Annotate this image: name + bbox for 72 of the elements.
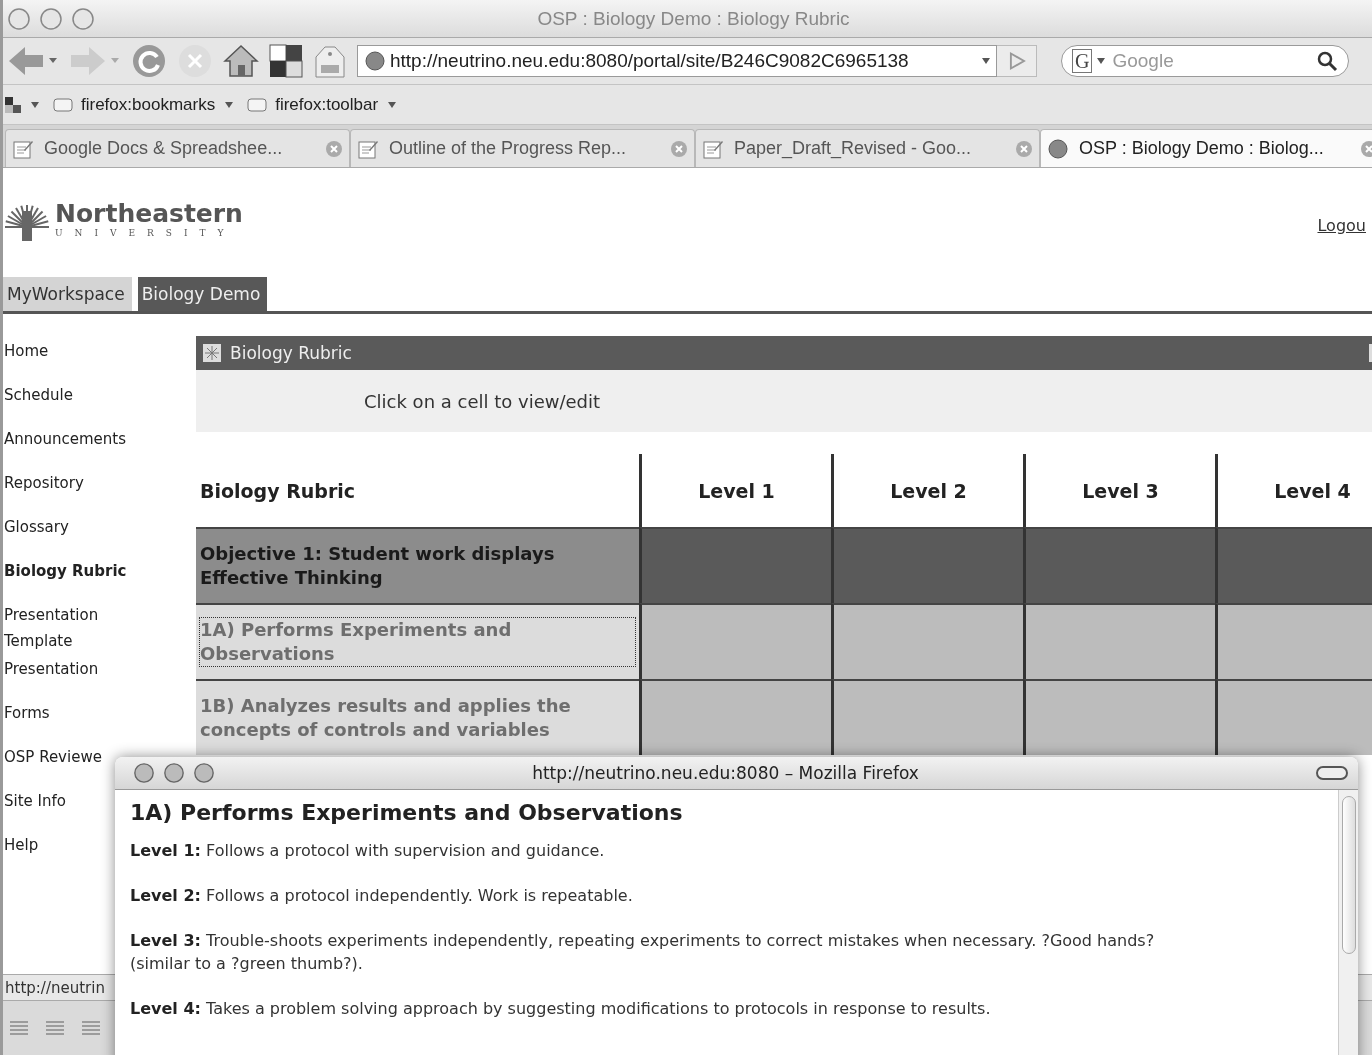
scrollbar[interactable] [1338, 790, 1358, 1055]
site-tab[interactable]: MyWorkspace [3, 277, 132, 311]
popup-heading: 1A) Performs Experiments and Observations [130, 800, 684, 825]
browser-tab[interactable]: Google Docs & Spreadshee... [5, 129, 350, 167]
level-description: Level 3: Trouble-shoots experiments independently, repeating experiments to correct mistakes when necessary. ?Good hands? (similar to a ?green thumb?). [130, 930, 1156, 975]
rubric-cell[interactable] [1023, 679, 1215, 755]
sidebar-link[interactable]: Presentation [4, 654, 154, 698]
instruction-text: Click on a cell to view/edit [196, 370, 1372, 432]
rubric-cell[interactable] [1023, 603, 1215, 679]
caret-icon[interactable] [225, 101, 234, 108]
site-tab[interactable]: Biology Demo [137, 277, 268, 311]
window-button[interactable] [71, 6, 95, 31]
globe-icon [364, 50, 386, 72]
column-header: Biology Rubric [199, 478, 357, 504]
rubric-cell[interactable] [639, 679, 831, 755]
grid-icon[interactable] [5, 94, 21, 115]
window-button[interactable] [163, 762, 185, 784]
sidebar-link[interactable]: Schedule [4, 380, 154, 424]
panel-title: Biology Rubric [230, 343, 352, 363]
rubric-cell[interactable] [1215, 679, 1372, 755]
bookmark-folder[interactable]: firefox:toolbar [247, 94, 379, 115]
level-description: Level 4: Takes a problem solving approach by suggesting modifications to protocols in response to results. [130, 998, 992, 1020]
bookmark-folder[interactable]: firefox:bookmarks [53, 94, 216, 115]
sidebar-link[interactable]: Glossary [4, 512, 154, 556]
globe-icon [1047, 137, 1069, 160]
folder-icon [247, 96, 268, 113]
rubric-cell[interactable] [831, 679, 1023, 755]
rubric-cell[interactable] [639, 527, 831, 603]
search-field[interactable]: G Google [1061, 45, 1349, 77]
browser-tab[interactable]: Outline of the Progress Rep... [350, 129, 695, 167]
window-button[interactable] [39, 6, 63, 31]
browser-tab[interactable]: OSP : Biology Demo : Biolog... [1040, 129, 1372, 167]
window-button[interactable] [193, 762, 215, 784]
sidebar-link[interactable]: Biology Rubric [4, 556, 154, 600]
rubric-cell[interactable] [1215, 603, 1372, 679]
tool-icon [202, 343, 222, 363]
window-title: OSP : Biology Demo : Biology Rubric [536, 7, 851, 30]
sidebar-link[interactable]: Presentation Template [4, 600, 124, 654]
objective-title: Objective 1: Student work displays Effective Thinking [200, 542, 556, 590]
caret-icon[interactable] [388, 101, 397, 108]
browser-tab[interactable]: Paper_Draft_Revised - Goo... [695, 129, 1040, 167]
criterion-link[interactable]: 1B) Analyzes results and applies the concepts of controls and variables [200, 694, 635, 742]
address-field[interactable]: http://neutrino.neu.edu:8080/portal/site/B246C9082C6965138 [357, 45, 997, 77]
search-icon[interactable] [1316, 50, 1338, 72]
folder-icon [53, 96, 73, 113]
rubric-cell[interactable] [1023, 527, 1215, 603]
toolbar-toggle-button[interactable] [1316, 766, 1348, 780]
sidebar-link[interactable]: Announcements [4, 424, 154, 468]
caret-icon[interactable] [31, 101, 39, 108]
level-description: Level 2: Follows a protocol independently. Work is repeatable. [130, 885, 634, 907]
home-button[interactable] [223, 43, 259, 79]
level-description: Level 1: Follows a protocol with supervision and guidance. [130, 840, 606, 862]
logo-subtitle: UNIVERSITY [55, 228, 237, 238]
search-input[interactable]: Google [1110, 49, 1311, 73]
grid-button[interactable] [269, 44, 303, 78]
logo-name: Northeastern [55, 200, 243, 228]
sidebar-link[interactable]: Repository [4, 468, 154, 512]
caret-icon[interactable] [982, 58, 990, 64]
status-text: http://neutrin [5, 978, 105, 997]
window-button[interactable] [7, 6, 31, 31]
criterion-link[interactable]: 1A) Performs Experiments and Observations [200, 618, 635, 666]
popup-title: http://neutrino.neu.edu:8080 – Mozilla Firefox [531, 763, 920, 783]
rubric-cell[interactable] [831, 527, 1023, 603]
rubric-cell[interactable] [831, 603, 1023, 679]
sidebar-link[interactable]: Home [4, 336, 154, 380]
sidebar-link[interactable]: Forms [4, 698, 154, 742]
reload-button[interactable] [131, 43, 167, 79]
caret-icon[interactable] [1097, 58, 1106, 64]
rubric-cell[interactable] [1215, 527, 1372, 603]
rubric-cell[interactable] [639, 603, 831, 679]
logout-link[interactable]: Logou [1317, 215, 1366, 235]
window-button[interactable] [133, 762, 155, 784]
